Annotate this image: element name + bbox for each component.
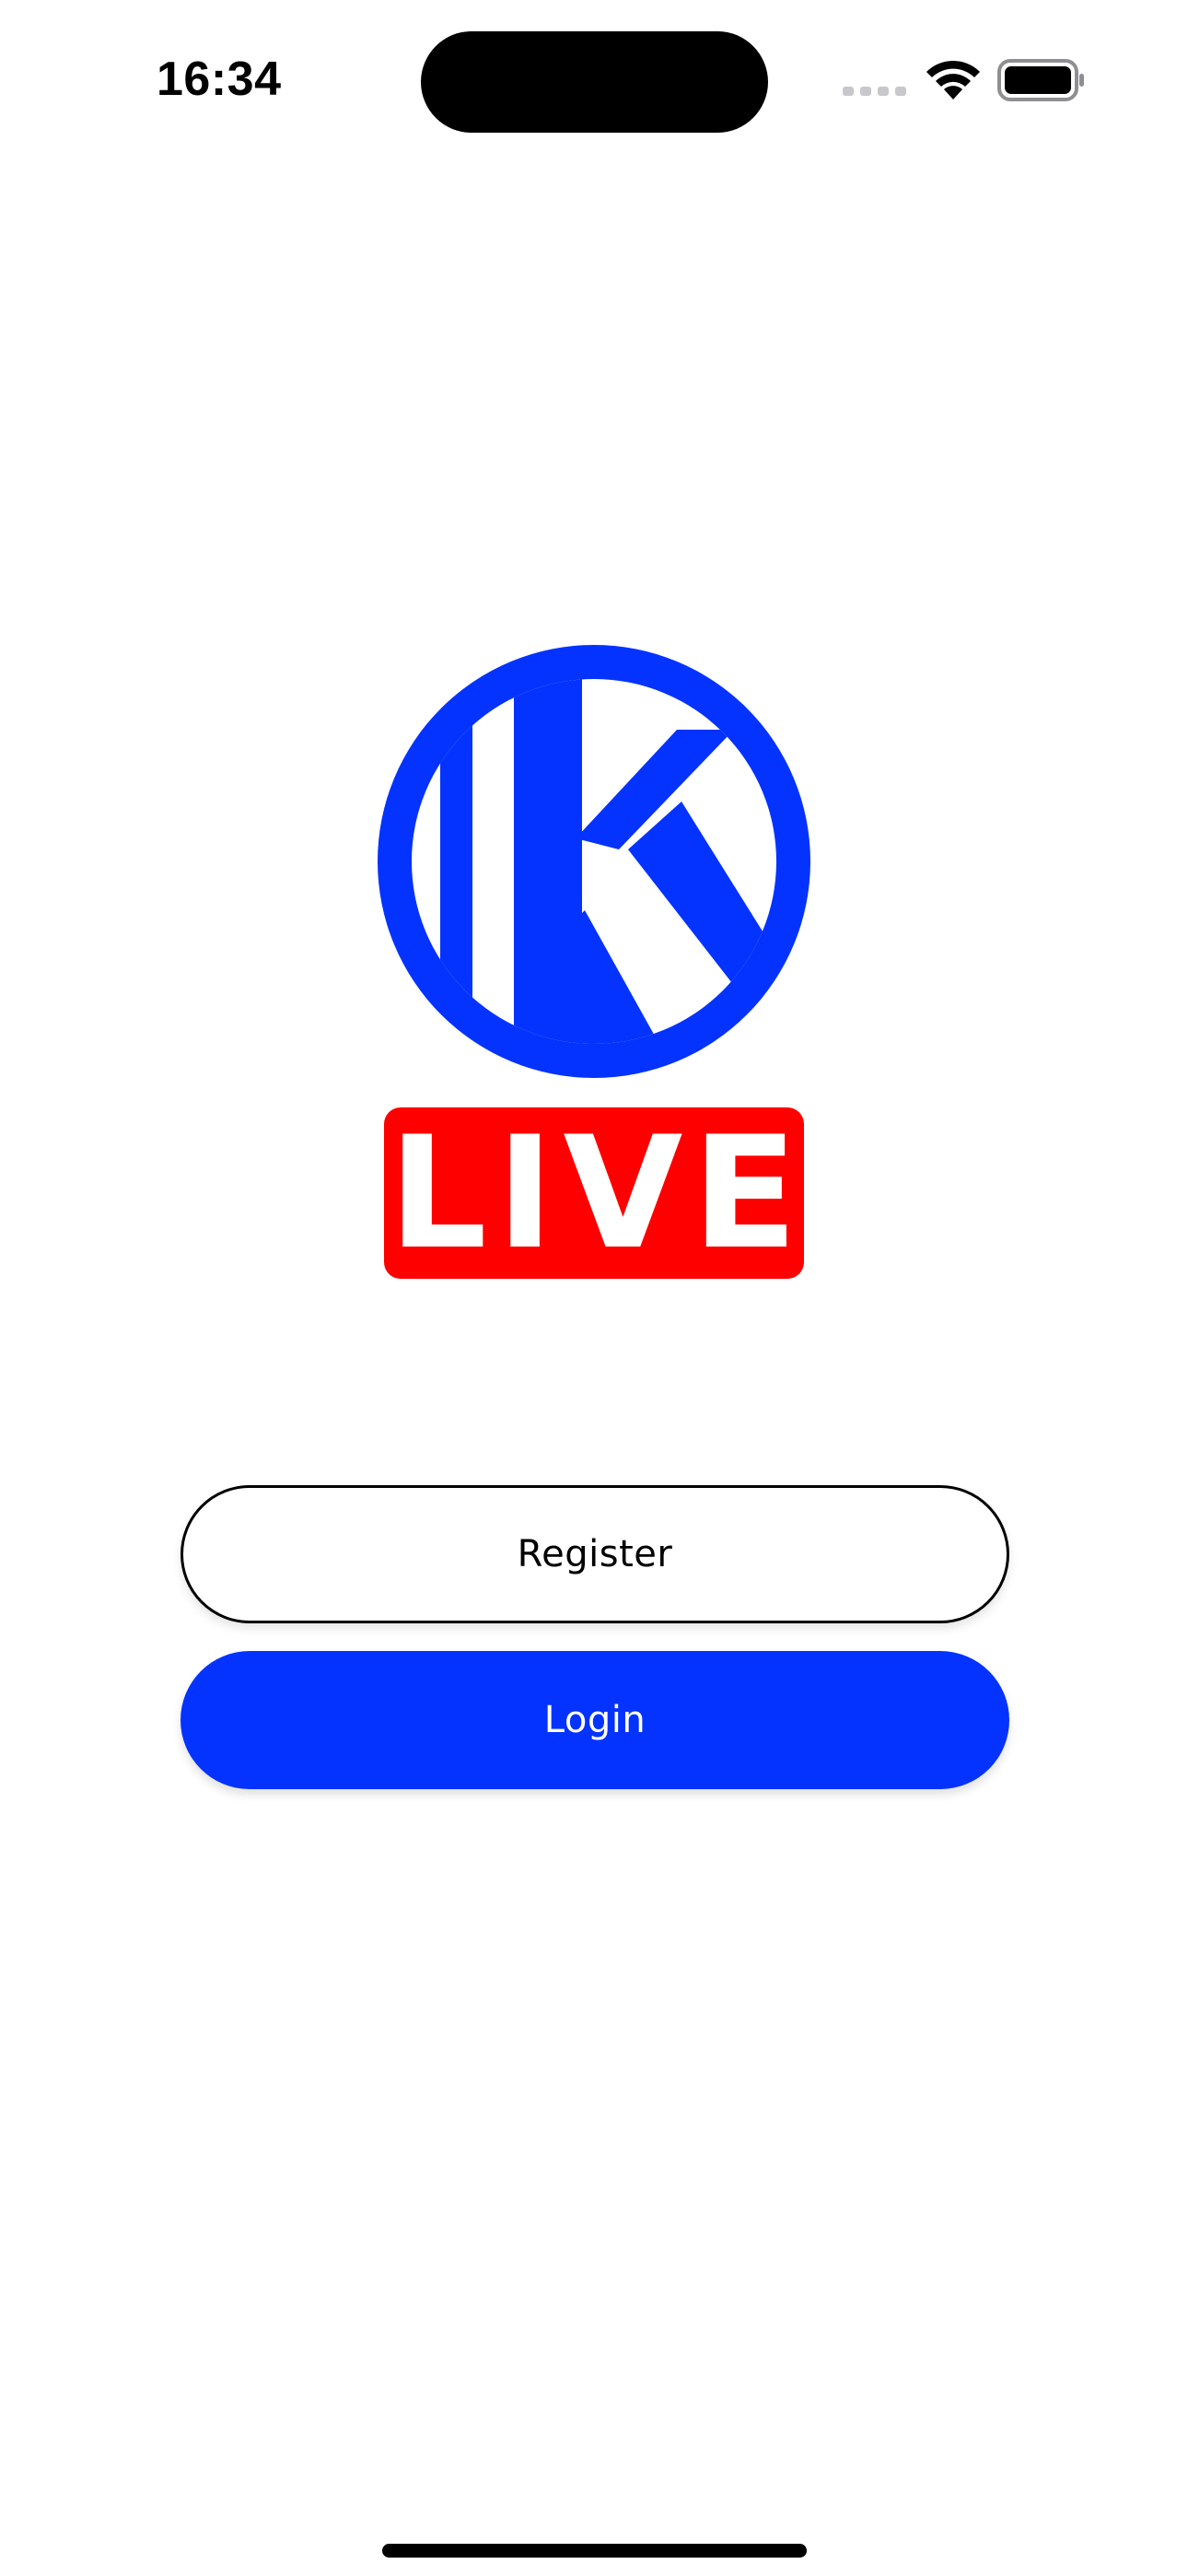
wifi-icon [926,60,980,100]
app-logo: LIVE [378,645,810,1285]
login-button[interactable]: Login [181,1651,1009,1789]
register-button[interactable]: Register [181,1485,1009,1623]
status-time: 16:34 [157,53,282,106]
cellular-signal-icon [843,87,906,96]
home-indicator[interactable] [382,2544,807,2558]
live-badge-text: LIVE [388,1103,808,1283]
live-badge: LIVE [384,1107,804,1279]
k-logo-icon [378,645,810,1078]
status-icons [843,57,1091,103]
battery-icon [997,59,1084,101]
dynamic-island [421,31,768,133]
